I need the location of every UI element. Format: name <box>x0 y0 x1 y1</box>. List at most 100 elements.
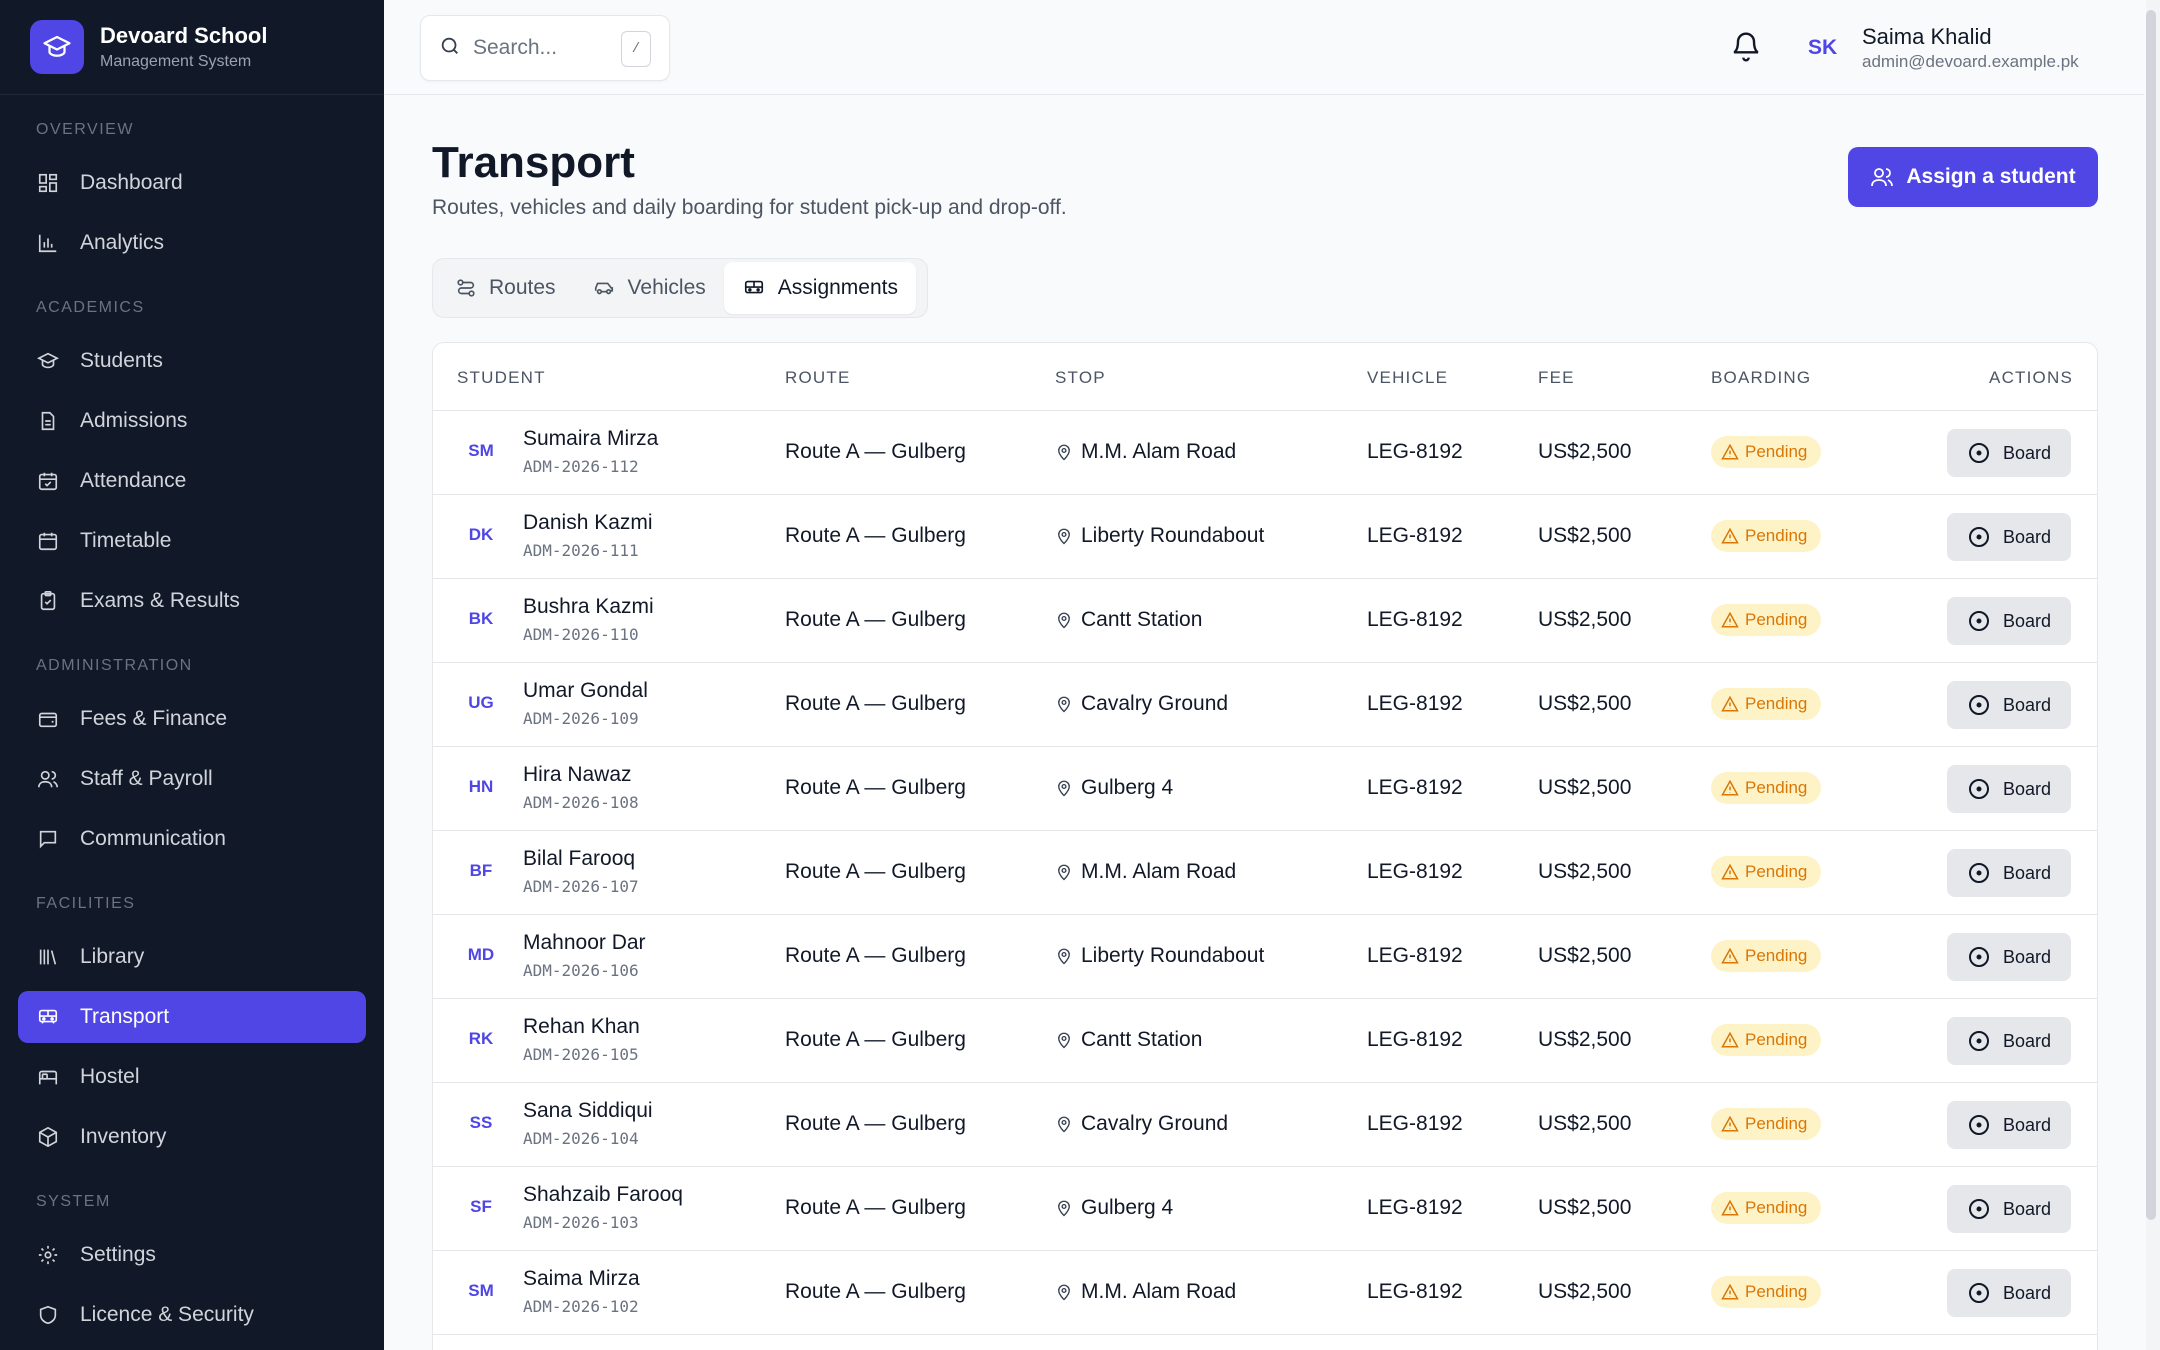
tab-bar: Routes Vehicles Assignments <box>432 258 928 318</box>
tab-routes[interactable]: Routes <box>437 262 574 314</box>
board-button[interactable]: Board <box>1947 1269 2071 1317</box>
vehicle-plate: LEG-8192 <box>1367 440 1463 463</box>
student-initials: BK <box>468 609 494 628</box>
stop-name: Gulberg 4 <box>1081 776 1174 799</box>
sidebar-item-staff[interactable]: Staff & Payroll <box>18 753 366 805</box>
student-id: ADM-2026-107 <box>523 877 639 896</box>
sidebar-item-communication[interactable]: Communication <box>18 813 366 865</box>
circle-dot-icon <box>1968 947 1989 967</box>
circle-dot-icon <box>1968 1283 1989 1303</box>
shield-icon <box>36 1303 60 1327</box>
status-badge: Pending <box>1711 1276 1822 1308</box>
map-pin-icon <box>1058 864 1070 881</box>
search-box[interactable]: / <box>420 15 670 81</box>
file-icon <box>36 409 60 433</box>
board-button[interactable]: Board <box>1947 513 2071 561</box>
table-row[interactable]: DK Danish Kazmi ADM-2026-111 Route A — G… <box>433 495 2097 579</box>
table-row[interactable]: RK Rehan Khan ADM-2026-105 Route A — Gul… <box>433 999 2097 1083</box>
table-row[interactable]: HN Hira Nawaz ADM-2026-108 Route A — Gul… <box>433 747 2097 831</box>
board-button-label: Board <box>2002 778 2052 799</box>
sidebar-item-analytics[interactable]: Analytics <box>18 217 366 269</box>
route-name: Route A — Gulberg <box>785 1280 966 1303</box>
column-header-boarding: BOARDING <box>1711 368 1812 387</box>
table-header: STUDENT ROUTE STOP VEHICLE FEE BOARDING … <box>433 343 2097 411</box>
circle-dot-icon <box>1968 527 1989 547</box>
scrollbar[interactable] <box>2146 0 2160 1350</box>
circle-dot-icon <box>1968 443 1989 463</box>
student-name: Danish Kazmi <box>523 511 653 534</box>
route-name: Route A — Gulberg <box>785 776 966 799</box>
stop-name: Cantt Station <box>1081 1028 1203 1051</box>
student-id: ADM-2026-112 <box>523 457 639 476</box>
sidebar-item-label: Admissions <box>80 409 188 432</box>
table-row[interactable]: MD Mahnoor Dar ADM-2026-106 Route A — Gu… <box>433 915 2097 999</box>
vehicle-plate: LEG-8192 <box>1367 524 1463 547</box>
vehicle-plate: LEG-8192 <box>1367 860 1463 883</box>
student-id: ADM-2026-111 <box>523 541 639 560</box>
table-row[interactable]: BF Bilal Farooq ADM-2026-107 Route A — G… <box>433 831 2097 915</box>
status-label: Pending <box>1745 526 1808 545</box>
table-row[interactable]: SM Saima Mirza ADM-2026-102 Route A — Gu… <box>433 1251 2097 1335</box>
table-row[interactable]: BK Bushra Kazmi ADM-2026-110 Route A — G… <box>433 579 2097 663</box>
status-badge: Pending <box>1711 856 1822 888</box>
sidebar-item-settings[interactable]: Settings <box>18 1229 366 1281</box>
vehicle-plate: LEG-8192 <box>1367 1028 1463 1051</box>
sidebar-item-admissions[interactable]: Admissions <box>18 395 366 447</box>
circle-dot-icon <box>1968 695 1989 715</box>
section-label: FACILITIES <box>36 895 136 912</box>
board-button[interactable]: Board <box>1947 933 2071 981</box>
board-button[interactable]: Board <box>1947 597 2071 645</box>
tab-vehicles[interactable]: Vehicles <box>574 262 724 314</box>
sidebar-item-hostel[interactable]: Hostel <box>18 1051 366 1103</box>
board-button-label: Board <box>2002 1030 2052 1051</box>
assign-student-button[interactable]: Assign a student <box>1848 147 2098 207</box>
sidebar-item-dashboard[interactable]: Dashboard <box>18 157 366 209</box>
sidebar-item-library[interactable]: Library <box>18 931 366 983</box>
bell-icon[interactable] <box>1730 31 1762 63</box>
nav-section-facilities: FACILITIES Library Transport Hostel Inve… <box>0 895 384 1163</box>
tab-assignments[interactable]: Assignments <box>723 262 916 314</box>
column-header-vehicle: VEHICLE <box>1367 368 1449 387</box>
avatar[interactable]: SK <box>1808 36 1837 60</box>
sidebar-item-timetable[interactable]: Timetable <box>18 515 366 567</box>
fee-amount: US$2,500 <box>1538 776 1632 799</box>
sidebar-item-transport[interactable]: Transport <box>18 991 366 1043</box>
board-button[interactable]: Board <box>1947 1101 2071 1149</box>
status-label: Pending <box>1745 610 1808 629</box>
status-badge: Pending <box>1711 436 1822 468</box>
table-row[interactable]: SS Sana Siddiqui ADM-2026-104 Route A — … <box>433 1083 2097 1167</box>
map-pin-icon <box>1058 1200 1070 1217</box>
board-button[interactable]: Board <box>1947 681 2071 729</box>
main-content: / SK Saima Khalid admin@devoard.example.… <box>384 0 2144 1350</box>
route-name: Route A — Gulberg <box>785 944 966 967</box>
sidebar-item-exams[interactable]: Exams & Results <box>18 575 366 627</box>
board-button[interactable]: Board <box>1947 765 2071 813</box>
users-icon <box>36 767 60 791</box>
sidebar-item-students[interactable]: Students <box>18 335 366 387</box>
sidebar-item-fees[interactable]: Fees & Finance <box>18 693 366 745</box>
nav-section-administration: ADMINISTRATION Fees & Finance Staff & Pa… <box>0 657 384 865</box>
fee-amount: US$2,500 <box>1538 944 1632 967</box>
board-button[interactable]: Board <box>1947 429 2071 477</box>
scrollbar-thumb[interactable] <box>2146 10 2156 1220</box>
brand[interactable]: Devoard School Management System <box>0 0 384 95</box>
board-button[interactable]: Board <box>1947 1185 2071 1233</box>
board-button[interactable]: Board <box>1947 849 2071 897</box>
table-row[interactable]: SF Shahzaib Farooq ADM-2026-103 Route A … <box>433 1167 2097 1251</box>
column-header-actions: ACTIONS <box>1989 368 2073 387</box>
page-subtitle: Routes, vehicles and daily boarding for … <box>432 196 1067 219</box>
car-icon <box>594 282 613 295</box>
table-row[interactable]: SM Sumaira Mirza ADM-2026-112 Route A — … <box>433 411 2097 495</box>
table-row[interactable]: UG Umar Gondal ADM-2026-109 Route A — Gu… <box>433 663 2097 747</box>
search-input[interactable] <box>473 36 613 60</box>
section-label: OVERVIEW <box>36 121 134 138</box>
sidebar-item-licence[interactable]: Licence & Security <box>18 1289 366 1341</box>
sidebar-item-inventory[interactable]: Inventory <box>18 1111 366 1163</box>
route-icon <box>457 279 475 297</box>
stop-cell: Gulberg 4 <box>1055 776 1173 800</box>
sidebar-item-attendance[interactable]: Attendance <box>18 455 366 507</box>
route-name: Route A — Gulberg <box>785 440 966 463</box>
board-button-label: Board <box>2002 1282 2052 1303</box>
board-button[interactable]: Board <box>1947 1017 2071 1065</box>
sidebar-item-label: Exams & Results <box>80 589 240 612</box>
